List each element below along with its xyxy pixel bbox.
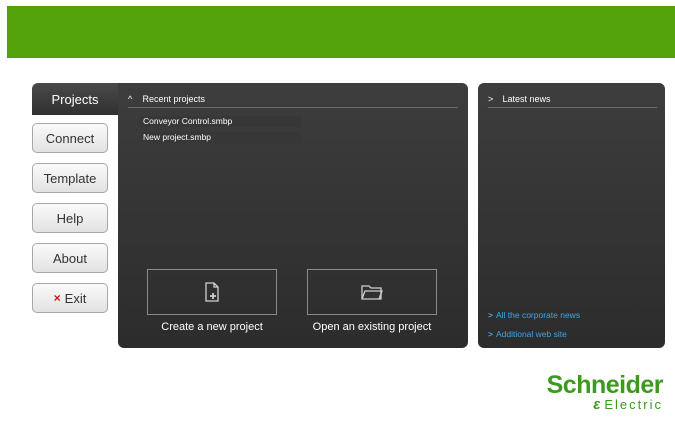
- tab-projects[interactable]: Projects: [32, 83, 118, 115]
- exit-button[interactable]: × Exit: [32, 283, 108, 313]
- news-panel: > Latest news > All the corporate news > A…: [478, 83, 665, 348]
- logo-wordmark-top: Schneider: [546, 371, 664, 399]
- corporate-news-label: All the corporate news: [495, 310, 581, 320]
- schneider-electric-logo: Schneider ɛ Electric: [546, 371, 664, 413]
- template-button-label: Template: [43, 170, 97, 186]
- new-file-icon: [205, 282, 219, 302]
- latest-news-heading: Latest news: [502, 94, 551, 104]
- chevron-up-icon: ^: [128, 94, 133, 104]
- help-button-label: Help: [56, 210, 84, 226]
- chevron-right-icon: >: [488, 310, 493, 320]
- help-button[interactable]: Help: [32, 203, 108, 233]
- create-project-label[interactable]: Create a new project: [132, 321, 292, 333]
- template-button[interactable]: Template: [32, 163, 108, 193]
- additional-site-label: Additional web site: [495, 329, 567, 339]
- corporate-news-link[interactable]: > All the corporate news: [488, 310, 580, 320]
- recent-project-item[interactable]: Conveyor Control.smbp: [140, 116, 301, 127]
- connect-button-label: Connect: [45, 130, 95, 146]
- logo-mark-icon: ɛ: [593, 396, 603, 413]
- logo-wordmark-electric: Electric: [604, 397, 663, 412]
- recent-projects-heading: Recent projects: [142, 94, 206, 104]
- open-project-button[interactable]: [307, 269, 437, 315]
- close-icon: ×: [53, 291, 61, 305]
- tab-projects-label: Projects: [51, 91, 99, 107]
- chevron-right-icon: >: [488, 329, 493, 339]
- folder-icon: [361, 285, 383, 300]
- about-button-label: About: [53, 250, 87, 266]
- open-project-label[interactable]: Open an existing project: [292, 321, 452, 333]
- logo-wordmark-bottom: ɛ Electric: [547, 396, 663, 413]
- recent-project-item[interactable]: New project.smbp: [140, 132, 301, 143]
- connect-button[interactable]: Connect: [32, 123, 108, 153]
- chevron-right-icon: >: [488, 94, 494, 104]
- about-button[interactable]: About: [32, 243, 108, 273]
- exit-button-label: Exit: [64, 290, 87, 306]
- create-project-button[interactable]: [147, 269, 277, 315]
- projects-panel: ^ Recent projects Conveyor Control.smbp …: [118, 83, 468, 348]
- recent-projects-header[interactable]: ^ Recent projects: [128, 94, 458, 108]
- header-banner: [7, 6, 675, 58]
- latest-news-header[interactable]: > Latest news: [488, 94, 657, 108]
- additional-site-link[interactable]: > Additional web site: [488, 329, 567, 339]
